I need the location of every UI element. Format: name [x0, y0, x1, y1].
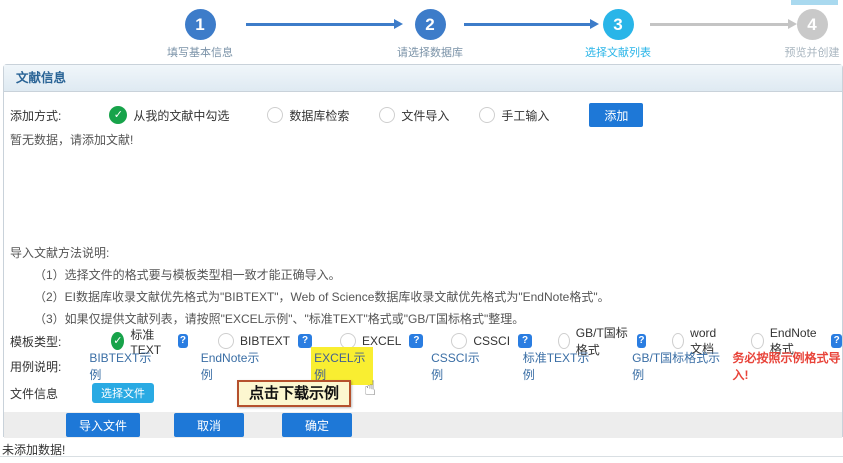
link-gbt-format-example[interactable]: GB/T国标格式示例	[632, 349, 720, 383]
help-icon[interactable]: ?	[518, 334, 532, 348]
help-icon[interactable]: ?	[831, 334, 842, 348]
import-instruction-item: （1）选择文件的格式要与模板类型相一致才能正确导入。	[34, 266, 341, 283]
radio-bibtext[interactable]: BIBTEXT ?	[218, 333, 312, 349]
radio-manual-input[interactable]: 手工输入	[479, 107, 549, 124]
radio-unchecked-icon	[267, 107, 283, 123]
radio-label: CSSCI	[473, 334, 510, 348]
stepper: 1 填写基本信息 2 请选择数据库 3 选择文献列表 4 预览并创建	[0, 0, 843, 60]
hand-cursor-icon: ☝	[364, 376, 376, 401]
download-example-tooltip: 点击下载示例	[237, 380, 351, 407]
format-warning-text: 务必按照示例格式导入!	[732, 349, 842, 383]
empty-data-hint: 暂无数据，请添加文献!	[10, 131, 133, 148]
help-icon[interactable]: ?	[178, 334, 188, 348]
examples-row: 用例说明: BIBTEXT示例 EndNote示例 EXCEL示例 CSSCI示…	[4, 356, 842, 376]
step-4-label: 预览并创建	[742, 44, 843, 60]
radio-file-import[interactable]: 文件导入	[379, 107, 449, 124]
step-3: 3 选择文献列表	[548, 9, 688, 60]
link-csscl-example[interactable]: CSSCI示例	[431, 349, 485, 383]
radio-label: 手工输入	[501, 107, 549, 124]
radio-unchecked-icon	[558, 333, 570, 349]
add-method-row: 添加方式: ✓ 从我的文献中勾选 数据库检索 文件导入 手工输入 添加	[4, 102, 842, 128]
radio-label: 数据库检索	[289, 107, 349, 124]
link-endnote-example[interactable]: EndNote示例	[201, 349, 263, 383]
radio-unchecked-icon	[672, 333, 684, 349]
radio-unchecked-icon	[218, 333, 234, 349]
radio-unchecked-icon	[479, 107, 495, 123]
radio-checked-icon: ✓	[111, 332, 124, 350]
bottom-divider	[0, 456, 843, 457]
choose-file-button[interactable]: 选择文件	[92, 383, 154, 403]
import-literature-wizard: 1 填写基本信息 2 请选择数据库 3 选择文献列表 4 预览并创建 文献信息 …	[0, 0, 843, 463]
add-method-label: 添加方式:	[10, 107, 61, 124]
step-2: 2 请选择数据库	[360, 9, 500, 60]
step-3-circle[interactable]: 3	[603, 9, 634, 40]
step-4: 4 预览并创建	[742, 9, 843, 60]
step-2-label: 请选择数据库	[360, 44, 500, 60]
cancel-button[interactable]: 取消	[174, 413, 244, 437]
radio-csscl[interactable]: CSSCI ?	[451, 333, 532, 349]
radio-from-my-literature[interactable]: ✓ 从我的文献中勾选	[109, 106, 229, 124]
help-icon[interactable]: ?	[298, 334, 312, 348]
step-3-label: 选择文献列表	[548, 44, 688, 60]
literature-panel: 文献信息 添加方式: ✓ 从我的文献中勾选 数据库检索 文件导入 手工输入 添加…	[3, 64, 843, 437]
radio-label: 从我的文献中勾选	[133, 107, 229, 124]
radio-label: 文件导入	[401, 107, 449, 124]
radio-unchecked-icon	[451, 333, 467, 349]
panel-title: 文献信息	[4, 65, 842, 92]
link-bibtext-example[interactable]: BIBTEXT示例	[89, 349, 154, 383]
step-1: 1 填写基本信息	[130, 9, 270, 60]
file-info-row: 文件信息 选择文件	[4, 382, 842, 404]
action-bar: 导入文件 取消 确定	[4, 412, 842, 438]
confirm-button[interactable]: 确定	[282, 413, 352, 437]
import-instruction-item: （2）EI数据库收录文献优先格式为"BIBTEXT"，Web of Scienc…	[34, 288, 610, 305]
add-button[interactable]: 添加	[589, 103, 643, 127]
step-4-circle[interactable]: 4	[797, 9, 828, 40]
import-instruction-item: （3）如果仅提供文献列表，请按照"EXCEL示例"、"标准TEXT"格式或"GB…	[34, 310, 524, 327]
radio-checked-icon: ✓	[109, 106, 127, 124]
import-file-button[interactable]: 导入文件	[66, 413, 140, 437]
radio-label: BIBTEXT	[240, 334, 290, 348]
file-info-label: 文件信息	[10, 385, 58, 402]
step-2-circle[interactable]: 2	[415, 9, 446, 40]
step-1-circle[interactable]: 1	[185, 9, 216, 40]
template-type-label: 模板类型:	[10, 333, 61, 350]
radio-database-search[interactable]: 数据库检索	[267, 107, 349, 124]
radio-unchecked-icon	[751, 333, 764, 349]
radio-label: EXCEL	[362, 334, 401, 348]
import-instructions-title: 导入文献方法说明:	[10, 244, 109, 261]
help-icon[interactable]: ?	[409, 334, 423, 348]
link-standard-text-example[interactable]: 标准TEXT示例	[523, 349, 592, 383]
examples-label: 用例说明:	[10, 358, 61, 375]
radio-unchecked-icon	[379, 107, 395, 123]
step-1-label: 填写基本信息	[130, 44, 270, 60]
help-icon[interactable]: ?	[637, 334, 647, 348]
